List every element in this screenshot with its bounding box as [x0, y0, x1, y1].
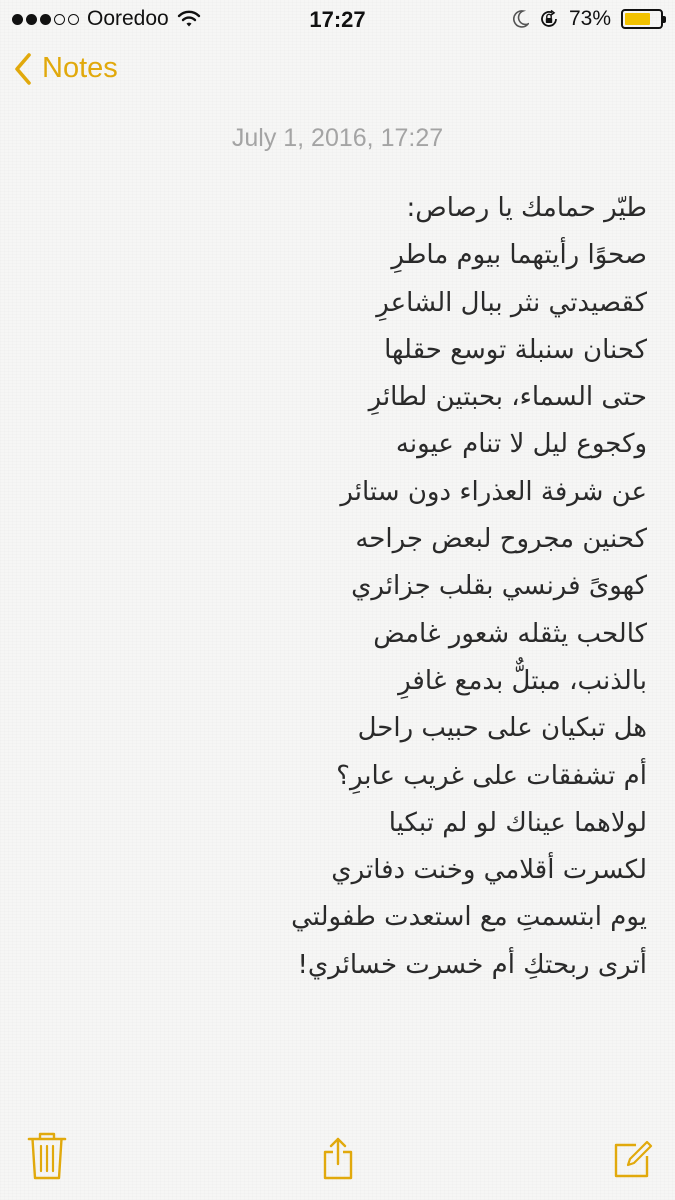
note-line: أم تشفقات على غريب عابرِ؟: [336, 760, 647, 791]
status-right: 73%: [513, 7, 666, 31]
share-icon[interactable]: [322, 1136, 354, 1180]
moon-icon: [513, 10, 529, 28]
status-bar: Ooredoo 17:27 73%: [0, 0, 675, 40]
back-label: Notes: [42, 52, 118, 84]
battery-percent: 73%: [568, 7, 611, 30]
rotation-lock-icon: [541, 9, 557, 27]
note-line: صحوًا رأيتهما بيوم ماطرِ: [391, 240, 647, 271]
note-line: عن شرفة العذراء دون ستائر: [340, 476, 647, 507]
note-line: كالحب يثقله شعور غامض: [373, 618, 647, 649]
note-line: طيّر حمامك يا رصاص:: [406, 193, 647, 223]
bottom-toolbar: [0, 1130, 675, 1190]
chevron-left-icon: [15, 52, 31, 85]
note-line: كحنين مجروح لبعض جراحه: [355, 524, 647, 555]
note-line: هل تبكيان على حبيب راحل: [357, 713, 647, 744]
note-line: أترى ربحتكِ أم خسرت خسائري!: [297, 949, 647, 980]
battery-fill: [625, 13, 650, 25]
note-line: لولاهما عيناك لو لم تبكيا: [388, 807, 647, 838]
back-button[interactable]: Notes: [14, 52, 118, 85]
note-line: حتى السماء، بحبتين لطائرِ: [368, 382, 647, 413]
note-line: كحنان سنبلة توسع حقلها: [384, 334, 647, 365]
note-body[interactable]: طيّر حمامك يا رصاص: صحوًا رأيتهما بيوم م…: [87, 185, 647, 989]
note-line: لكسرت أقلامي وخنت دفاتري: [331, 855, 647, 886]
compose-icon[interactable]: [612, 1138, 654, 1180]
note-line: وكجوع ليل لا تنام عيونه: [395, 429, 647, 460]
note-line: يوم ابتسمتِ مع استعدت طفولتي: [291, 902, 647, 933]
note-line: بالذنب، مبتلٌّ بدمع غافرِ: [398, 665, 647, 696]
battery-icon: [621, 9, 666, 29]
note-line: كهوىً فرنسي بقلب جزائري: [351, 571, 647, 602]
trash-icon[interactable]: [26, 1130, 68, 1182]
note-line: كقصيدتي نثر ببال الشاعرِ: [376, 287, 647, 318]
note-date: July 1, 2016, 17:27: [231, 124, 444, 152]
